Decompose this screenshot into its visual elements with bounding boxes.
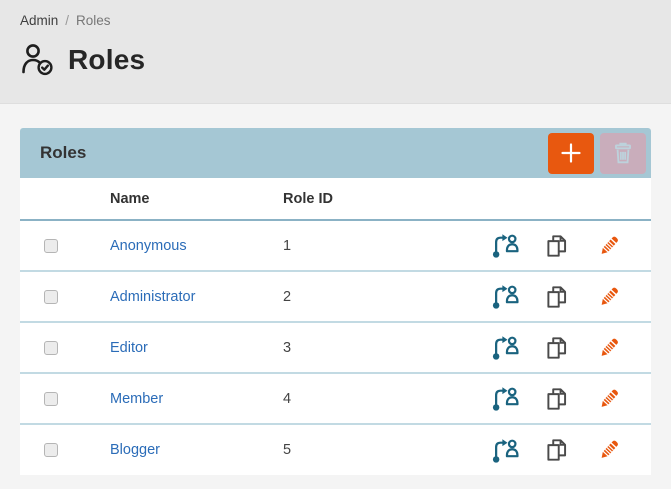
row-select-checkbox[interactable] <box>44 443 58 457</box>
table-header-row: Name Role ID <box>20 178 651 220</box>
assign-users-button[interactable] <box>491 384 520 413</box>
assign-users-icon <box>491 384 520 413</box>
roles-panel-header: Roles <box>20 128 651 178</box>
breadcrumb-link-admin[interactable]: Admin <box>20 13 58 28</box>
roles-table: Name Role ID Anonymous 1 <box>20 178 651 475</box>
role-name-link[interactable]: Member <box>110 391 163 407</box>
assign-users-icon <box>491 436 520 465</box>
role-name-link[interactable]: Editor <box>110 340 148 356</box>
roles-panel: Roles <box>20 128 651 475</box>
panel-title: Roles <box>40 143 86 163</box>
copy-icon <box>543 283 571 311</box>
edit-role-button[interactable] <box>595 334 623 362</box>
copy-icon <box>543 334 571 362</box>
assign-users-button[interactable] <box>491 231 520 260</box>
assign-users-icon <box>491 231 520 260</box>
edit-role-button[interactable] <box>595 385 623 413</box>
column-header-name: Name <box>110 178 283 220</box>
trash-icon <box>610 140 636 166</box>
role-id-value: 4 <box>283 391 291 407</box>
roles-admin-page: Admin / Roles Roles Roles <box>0 0 671 489</box>
table-row: Editor 3 <box>20 322 651 373</box>
column-header-checkbox <box>20 178 110 220</box>
role-id-value: 2 <box>283 289 291 305</box>
table-row: Anonymous 1 <box>20 220 651 271</box>
role-id-value: 1 <box>283 238 291 254</box>
page-header: Admin / Roles Roles <box>0 0 671 104</box>
copy-role-button[interactable] <box>543 283 571 311</box>
table-row: Administrator 2 <box>20 271 651 322</box>
column-header-role-id: Role ID <box>283 178 479 220</box>
breadcrumb-separator: / <box>65 13 69 28</box>
row-select-checkbox[interactable] <box>44 392 58 406</box>
assign-users-button[interactable] <box>491 333 520 362</box>
breadcrumb-current: Roles <box>76 13 111 28</box>
role-name-link[interactable]: Administrator <box>110 289 195 305</box>
row-select-checkbox[interactable] <box>44 290 58 304</box>
copy-icon <box>543 232 571 260</box>
edit-icon <box>595 334 623 362</box>
user-check-icon <box>20 43 57 76</box>
breadcrumb: Admin / Roles <box>20 0 651 28</box>
panel-toolbar <box>548 133 646 174</box>
copy-icon <box>543 385 571 413</box>
row-select-checkbox[interactable] <box>44 239 58 253</box>
edit-icon <box>595 436 623 464</box>
role-id-value: 3 <box>283 340 291 356</box>
edit-role-button[interactable] <box>595 283 623 311</box>
row-select-checkbox[interactable] <box>44 341 58 355</box>
edit-icon <box>595 232 623 260</box>
edit-icon <box>595 385 623 413</box>
assign-users-button[interactable] <box>491 436 520 465</box>
add-role-button[interactable] <box>548 133 594 174</box>
plus-icon <box>559 141 583 165</box>
edit-icon <box>595 283 623 311</box>
copy-role-button[interactable] <box>543 334 571 362</box>
edit-role-button[interactable] <box>595 232 623 260</box>
role-name-link[interactable]: Blogger <box>110 442 160 458</box>
table-row: Member 4 <box>20 373 651 424</box>
delete-roles-button[interactable] <box>600 133 646 174</box>
assign-users-button[interactable] <box>491 282 520 311</box>
copy-role-button[interactable] <box>543 385 571 413</box>
copy-icon <box>543 436 571 464</box>
role-name-link[interactable]: Anonymous <box>110 238 187 254</box>
assign-users-icon <box>491 282 520 311</box>
role-id-value: 5 <box>283 442 291 458</box>
assign-users-icon <box>491 333 520 362</box>
copy-role-button[interactable] <box>543 436 571 464</box>
copy-role-button[interactable] <box>543 232 571 260</box>
page-title: Roles <box>68 44 145 76</box>
table-row: Blogger 5 <box>20 424 651 475</box>
edit-role-button[interactable] <box>595 436 623 464</box>
